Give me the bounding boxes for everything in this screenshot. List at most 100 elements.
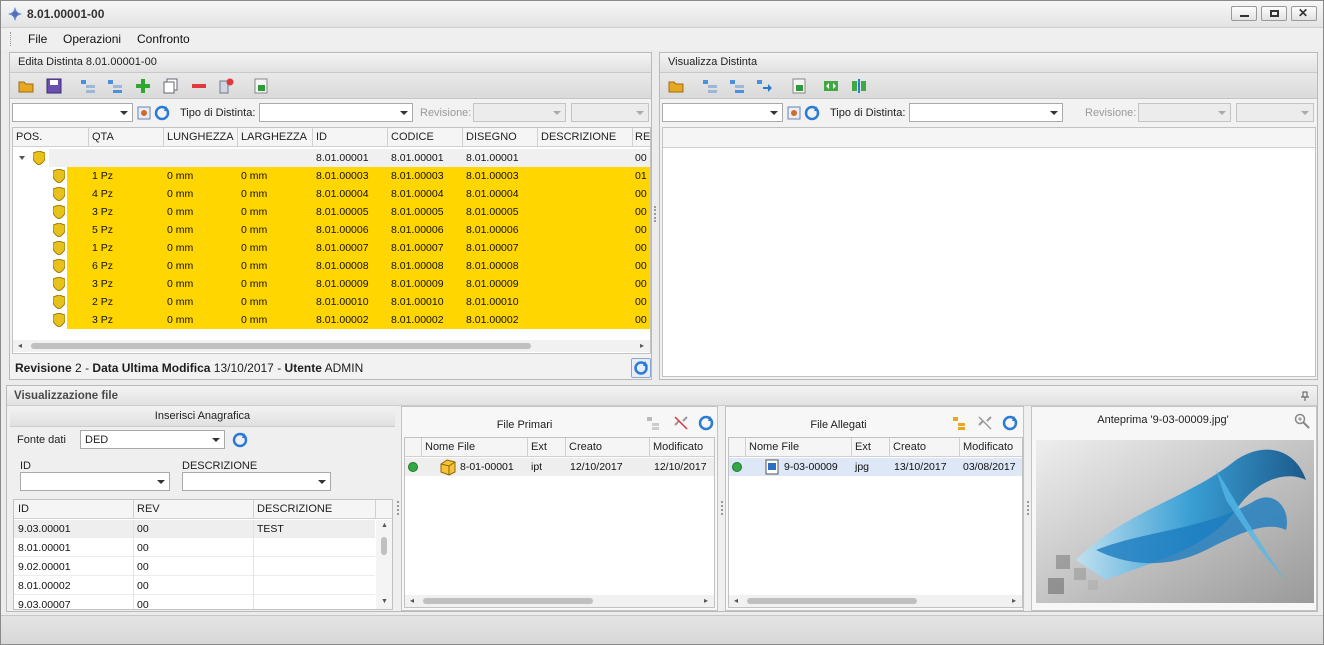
revisione-secondary-select[interactable] (1236, 103, 1314, 122)
col-creato[interactable]: Creato (893, 441, 926, 453)
expand-arrow-icon[interactable] (19, 156, 25, 160)
grid-header: POS. QTA LUNGHEZZA LARGHEZZA ID CODICE D… (13, 128, 650, 147)
col-codice[interactable]: CODICE (391, 131, 434, 143)
export-excel-icon[interactable] (253, 78, 269, 94)
menu-confronto[interactable]: Confronto (133, 31, 194, 47)
copy-icon[interactable] (163, 78, 179, 94)
revision-status: Revisione 2 - Data Ultima Modifica 13/10… (15, 361, 364, 375)
refresh-icon[interactable] (698, 415, 714, 431)
table-row[interactable]: 5 Pz 0 mm 0 mm 8.01.00006 8.01.00006 8.01.000… (13, 221, 650, 239)
tree-move-icon[interactable] (756, 78, 772, 94)
table-row[interactable]: 4 Pz 0 mm 0 mm 8.01.00004 8.01.00004 8.01.000… (13, 185, 650, 203)
refresh-icon[interactable] (154, 105, 170, 121)
anteprima-title: Anteprima '9-03-00009.jpg' (1097, 414, 1229, 426)
table-row[interactable]: 3 Pz 0 mm 0 mm 8.01.00005 8.01.00005 8.01.000… (13, 203, 650, 221)
remove-icon[interactable] (191, 78, 207, 94)
table-row[interactable]: 8.01.00001 00 (14, 539, 375, 558)
menu-operazioni[interactable]: Operazioni (59, 31, 125, 47)
horizontal-scrollbar[interactable]: ◂ ▸ (405, 595, 714, 607)
distinta-select[interactable] (12, 103, 133, 122)
col-id[interactable]: ID (18, 503, 29, 515)
visualizzazione-file-panel: Visualizzazione file Inserisci Anagrafic… (6, 385, 1318, 612)
col-rev[interactable]: REV (137, 503, 160, 515)
tree-root-row[interactable]: 8.01.00001 8.01.00001 8.01.00001 00 (13, 149, 650, 167)
refresh-icon[interactable] (1002, 415, 1018, 431)
col-ext[interactable]: Ext (855, 441, 871, 453)
col-qta[interactable]: QTA (92, 131, 114, 143)
tree-collapse-icon[interactable] (729, 78, 745, 94)
col-pos[interactable]: POS. (16, 131, 42, 143)
col-rev[interactable]: REV (635, 131, 650, 143)
close-button[interactable]: ✕ (1291, 6, 1317, 21)
col-lunghezza[interactable]: LUNGHEZZA (167, 131, 234, 143)
id-select[interactable] (20, 472, 170, 491)
section-title: Visualizzazione file (14, 390, 118, 402)
revisione-select[interactable] (473, 103, 566, 122)
file-allegati-title: File Allegati (810, 419, 867, 431)
col-creato[interactable]: Creato (569, 441, 602, 453)
tipo-distinta-select[interactable] (259, 103, 413, 122)
table-row[interactable]: 9.03.00001 00 TEST (14, 520, 375, 539)
export-excel-icon[interactable] (791, 78, 807, 94)
table-row[interactable]: 3 Pz 0 mm 0 mm 8.01.00002 8.01.00002 8.01.000… (13, 311, 650, 329)
tree-expand-icon[interactable] (80, 78, 96, 94)
shield-icon (33, 151, 45, 165)
save-icon[interactable] (46, 78, 62, 94)
open-folder-icon[interactable] (668, 78, 684, 94)
unlink-icon[interactable] (977, 415, 993, 431)
fonte-dati-select[interactable]: DED (80, 430, 225, 449)
horizontal-scrollbar[interactable]: ◂ ▸ (13, 340, 650, 352)
settings-small-icon[interactable] (786, 105, 802, 121)
open-folder-icon[interactable] (18, 78, 34, 94)
table-row[interactable]: 1 Pz 0 mm 0 mm 8.01.00007 8.01.00007 8.01.000… (13, 239, 650, 257)
refresh-icon[interactable] (232, 432, 248, 448)
delete-list-icon[interactable] (218, 78, 234, 94)
distinta-select[interactable] (662, 103, 783, 122)
minimize-button[interactable] (1231, 6, 1257, 21)
vertical-scrollbar[interactable]: ▲ ▼ (376, 520, 392, 609)
col-modificato[interactable]: Modificato (963, 441, 1013, 453)
table-row[interactable]: 9.02.00001 00 (14, 558, 375, 577)
list-item[interactable]: 8-01-00001 ipt 12/10/2017 12/10/2017 (405, 458, 714, 476)
add-icon[interactable] (135, 78, 151, 94)
revisione-secondary-select[interactable] (571, 103, 649, 122)
tree-view-icon[interactable] (951, 415, 967, 431)
maximize-button[interactable] (1261, 6, 1287, 21)
zoom-icon[interactable] (1294, 413, 1310, 429)
tree-collapse-icon[interactable] (107, 78, 123, 94)
col-id[interactable]: ID (316, 131, 327, 143)
horizontal-scrollbar[interactable]: ◂ ▸ (729, 595, 1022, 607)
col-descrizione[interactable]: DESCRIZIONE (257, 503, 332, 515)
pin-icon[interactable] (1300, 391, 1310, 401)
settings-small-icon[interactable] (136, 105, 152, 121)
list-item[interactable]: 9-03-00009 jpg 13/10/2017 03/08/2017 (729, 458, 1022, 476)
part-file-icon (440, 459, 456, 476)
table-row[interactable]: 1 Pz 0 mm 0 mm 8.01.00003 8.01.00003 8.01.000… (13, 167, 650, 185)
descrizione-select[interactable] (182, 472, 331, 491)
table-row[interactable]: 6 Pz 0 mm 0 mm 8.01.00008 8.01.00008 8.01.000… (13, 257, 650, 275)
col-nome-file[interactable]: Nome File (425, 441, 475, 453)
status-bar (1, 615, 1323, 644)
table-row[interactable]: 2 Pz 0 mm 0 mm 8.01.00010 8.01.00010 8.01.000… (13, 293, 650, 311)
refresh-icon[interactable] (804, 105, 820, 121)
table-row[interactable]: 9.03.00007 00 (14, 596, 375, 609)
unlink-icon[interactable] (673, 415, 689, 431)
tree-view-icon[interactable] (645, 415, 661, 431)
col-modificato[interactable]: Modificato (653, 441, 703, 453)
col-descrizione[interactable]: DESCRIZIONE (541, 131, 616, 143)
tree-expand-icon[interactable] (702, 78, 718, 94)
table-row[interactable]: 8.01.00002 00 (14, 577, 375, 596)
shield-icon (53, 169, 65, 183)
compare-icon[interactable] (823, 78, 839, 94)
split-view-icon[interactable] (851, 78, 867, 94)
table-row[interactable]: 3 Pz 0 mm 0 mm 8.01.00009 8.01.00009 8.01.000… (13, 275, 650, 293)
col-larghezza[interactable]: LARGHEZZA (241, 131, 307, 143)
col-ext[interactable]: Ext (531, 441, 547, 453)
col-disegno[interactable]: DISEGNO (466, 131, 517, 143)
status-refresh-button[interactable] (631, 358, 651, 378)
revisione-select[interactable] (1138, 103, 1231, 122)
tipo-distinta-select[interactable] (909, 103, 1063, 122)
file-primari-grid: Nome File Ext Creato Modificato 8-01-000… (404, 437, 715, 608)
menu-file[interactable]: File (24, 31, 51, 47)
col-nome-file[interactable]: Nome File (749, 441, 799, 453)
